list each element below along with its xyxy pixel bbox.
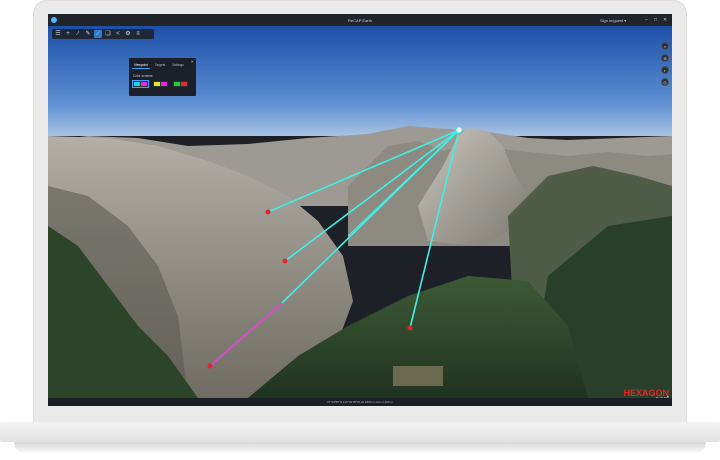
color-scheme-label: Color scheme (133, 74, 153, 78)
target-point (207, 363, 213, 369)
nav-button-0[interactable]: ⌕ (661, 42, 669, 50)
target-point (265, 209, 271, 215)
swatch-color-hidden (161, 82, 167, 86)
tab-targets[interactable]: Targets (153, 62, 167, 69)
toolbar-tool-5[interactable]: ❏ (104, 30, 112, 38)
minimize-button[interactable]: – (645, 17, 648, 23)
toolbar-tool-7[interactable]: ⚙ (124, 30, 132, 38)
toolbar-tool-4[interactable]: ⟋ (94, 30, 102, 38)
nav-button-1[interactable]: ⊕ (661, 54, 669, 62)
toolbar-tool-2[interactable]: ∕ (74, 30, 82, 38)
toolbar-tool-0[interactable]: ☰ (54, 30, 62, 38)
maximize-button[interactable]: □ (654, 17, 657, 23)
color-scheme-swatch-0[interactable] (132, 80, 149, 88)
toolbar-tool-1[interactable]: + (64, 30, 72, 38)
toolbar-tool-3[interactable]: ✎ (84, 30, 92, 38)
color-scheme-options (132, 80, 188, 88)
panel-close-icon[interactable]: ✕ (191, 59, 194, 64)
meadow (393, 366, 443, 386)
panel-tabs: Viewpoint Targets Settings (132, 62, 186, 69)
toolbar: ☰ + ∕ ✎ ⟋ ❏ < ⚙ ≡ (52, 29, 154, 39)
sign-in-menu[interactable]: Sign in/guest ▾ (600, 18, 626, 23)
tab-viewpoint[interactable]: Viewpoint (132, 62, 150, 69)
swatch-color-hidden (181, 82, 187, 86)
nav-button-2[interactable]: ◐ (661, 66, 669, 74)
target-point (282, 258, 288, 264)
navigation-controls: ⌕ ⊕ ◐ ◎ (661, 42, 669, 90)
swatch-color-hidden (141, 82, 147, 86)
swatch-color-visible (154, 82, 160, 86)
title-bar: ReCAP Earth Sign in/guest ▾ – □ ✕ (48, 14, 672, 26)
color-scheme-swatch-1[interactable] (153, 81, 168, 87)
tab-settings[interactable]: Settings (170, 62, 186, 69)
swatch-color-visible (134, 82, 140, 86)
observer-point (455, 126, 463, 134)
app-window: ReCAP Earth Sign in/guest ▾ – □ ✕ HEXAGO… (48, 14, 672, 406)
status-bar: 37°43'55"N 119°32'38"W alt 1880 m cam 2,… (48, 398, 672, 406)
laptop-base (0, 422, 720, 442)
color-scheme-swatch-2[interactable] (173, 81, 188, 87)
laptop-base-shadow (14, 442, 706, 454)
window-title: ReCAP Earth (348, 18, 372, 23)
line-of-sight-panel: Viewpoint Targets Settings ✕ Color schem… (129, 58, 196, 96)
toolbar-tool-8[interactable]: ≡ (134, 30, 142, 38)
nav-button-3[interactable]: ◎ (661, 78, 669, 86)
toolbar-tool-6[interactable]: < (114, 30, 122, 38)
target-point (407, 325, 413, 331)
swatch-color-visible (174, 82, 180, 86)
close-button[interactable]: ✕ (663, 17, 667, 23)
